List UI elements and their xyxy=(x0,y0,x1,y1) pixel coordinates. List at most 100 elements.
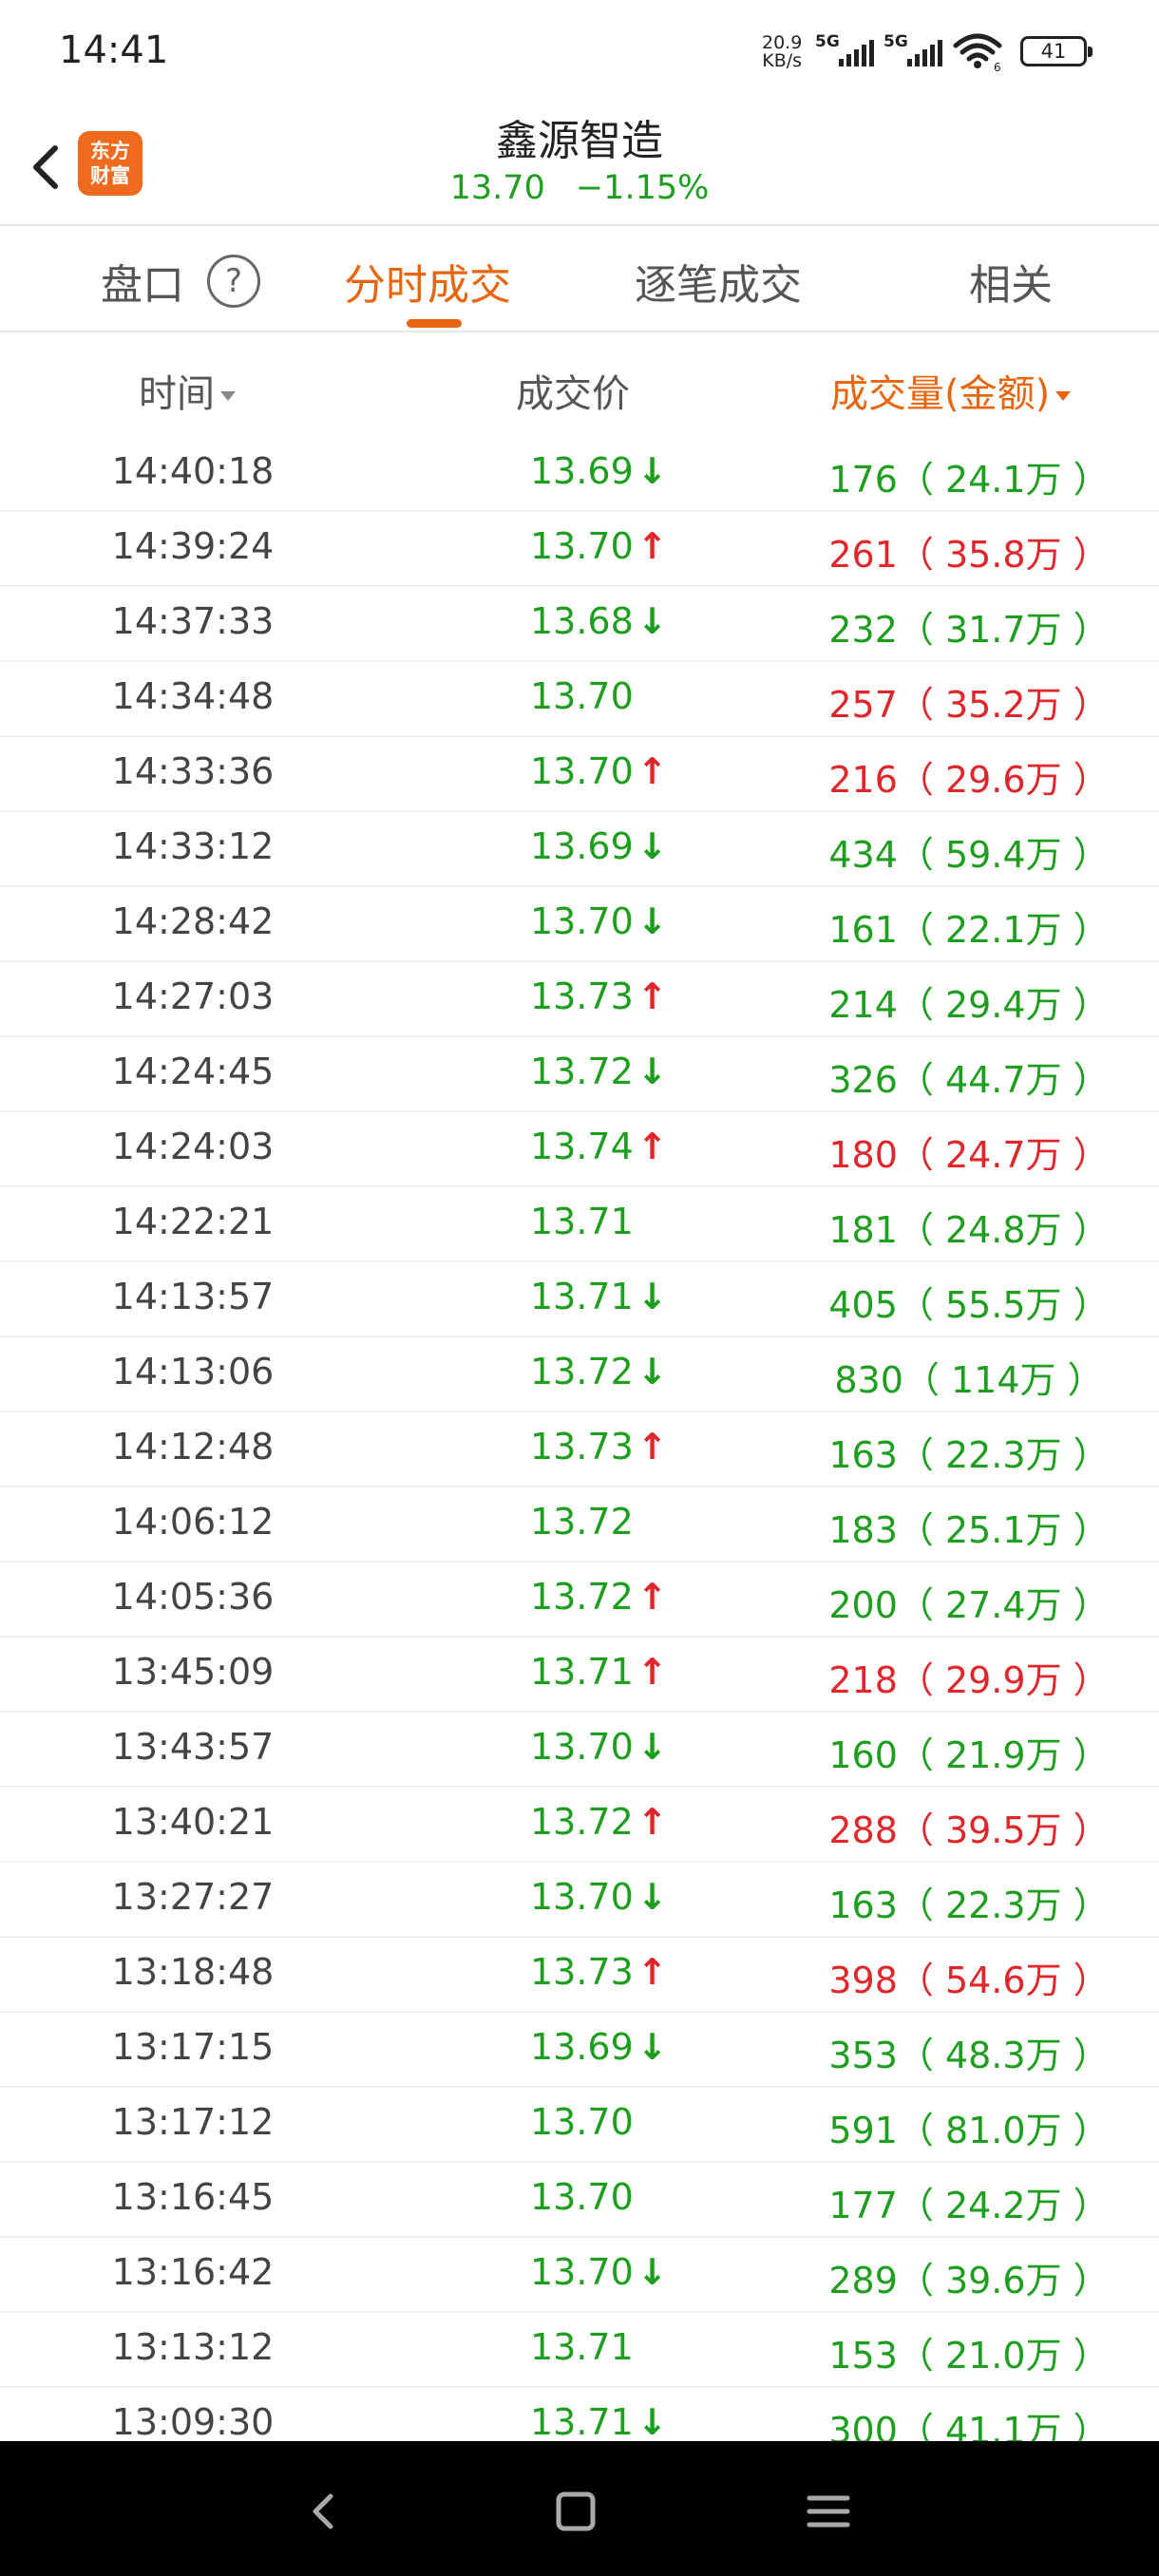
trade-price: 13.72 xyxy=(530,1801,634,1843)
tab-related[interactable]: 相关 xyxy=(969,251,1053,312)
trade-price-cell: 13.73 ↑ xyxy=(530,1951,668,1993)
arrow-down-icon: ↓ xyxy=(636,2026,668,2068)
trade-price: 13.71 xyxy=(530,2326,634,2368)
trade-price: 13.69 xyxy=(530,2026,634,2068)
trade-price: 13.70 xyxy=(530,750,634,792)
trade-time: 14:13:57 xyxy=(111,1276,275,1317)
active-tab-indicator xyxy=(407,319,462,328)
signal-icon: 5G xyxy=(815,32,874,70)
trade-price-cell: 13.70 ↓ xyxy=(530,1726,668,1768)
trade-price-cell: 13.73 ↑ xyxy=(530,1426,668,1468)
arrow-up-icon: ↑ xyxy=(636,750,668,792)
trade-price: 13.70 xyxy=(530,2176,634,2218)
trade-volume: 257（ 35.2万 ） xyxy=(828,684,1110,726)
trade-price: 13.71 xyxy=(530,1651,634,1693)
trade-row: 14:24:45 13.72 ↓ 326（ 44.7万 ） xyxy=(0,1037,1159,1112)
trade-price-cell: 13.69 ↓ xyxy=(530,825,668,867)
trade-volume: 405（ 55.5万 ） xyxy=(828,1284,1110,1326)
trade-row: 14:33:36 13.70 ↑ 216（ 29.6万 ） xyxy=(0,737,1159,812)
home-square-icon xyxy=(556,2491,596,2531)
status-time: 14:41 xyxy=(59,28,169,72)
trade-price: 13.69 xyxy=(530,825,634,867)
trade-price-cell: 13.71 ↓ xyxy=(530,2401,668,2441)
trade-price: 13.70 xyxy=(530,1726,634,1768)
chevron-left-icon xyxy=(33,145,58,189)
trade-price: 13.69 xyxy=(530,450,634,492)
net-speed-unit: KB/s xyxy=(762,50,803,71)
trade-time: 13:16:42 xyxy=(111,2251,275,2293)
arrow-down-icon: ↓ xyxy=(636,1726,668,1768)
arrow-down-icon: ↓ xyxy=(636,900,668,942)
trade-time: 14:27:03 xyxy=(111,975,275,1017)
trade-price-cell: 13.70 ↓ xyxy=(530,1876,668,1918)
tab-tick-by-tick[interactable]: 逐笔成交 xyxy=(635,251,802,312)
trade-price: 13.71 xyxy=(530,2401,634,2441)
trade-price: 13.73 xyxy=(530,975,634,1017)
trade-price-cell: 13.71 ↓ xyxy=(530,1276,668,1317)
trade-price-cell: 13.70 ↑ xyxy=(530,750,668,792)
nav-back-button[interactable] xyxy=(296,2483,353,2540)
trade-time: 13:17:15 xyxy=(111,2026,275,2068)
trade-price: 13.70 xyxy=(530,525,634,567)
trade-row: 14:05:36 13.72 ↑ 200（ 27.4万 ） xyxy=(0,1563,1159,1638)
trade-time: 13:45:09 xyxy=(111,1651,275,1693)
nav-menu-button[interactable] xyxy=(800,2483,857,2540)
trade-volume: 288（ 39.5万 ） xyxy=(828,1809,1110,1851)
trade-price: 13.70 xyxy=(530,2251,634,2293)
nav-home-button[interactable] xyxy=(547,2483,604,2540)
trade-row: 13:09:30 13.71 ↓ 300（ 41.1万 ） xyxy=(0,2388,1159,2441)
stock-change: −1.15% xyxy=(575,169,710,207)
logo-text-line2: 财富 xyxy=(90,164,130,187)
column-header-time[interactable]: 时间 xyxy=(139,363,236,418)
trade-list[interactable]: 14:40:18 13.69 ↓ 176（ 24.1万 ） 14:39:24 13.70 ↑… xyxy=(0,437,1159,2441)
column-header-volume[interactable]: 成交量(金额) xyxy=(830,363,1072,418)
arrow-down-icon: ↓ xyxy=(636,600,668,642)
trade-price-cell: 13.71 ↑ xyxy=(530,1651,668,1693)
trade-price: 13.71 xyxy=(530,1276,634,1317)
help-icon[interactable]: ? xyxy=(207,255,260,308)
trade-price-cell: 13.68 ↓ xyxy=(530,600,668,642)
arrow-up-icon: ↑ xyxy=(636,1651,668,1693)
arrow-up-icon: ↑ xyxy=(636,1576,668,1618)
back-triangle-icon xyxy=(313,2493,333,2529)
arrow-up-icon: ↑ xyxy=(636,525,668,567)
arrow-up-icon: ↑ xyxy=(636,1126,668,1167)
trade-row: 14:06:12 13.72 183（ 25.1万 ） xyxy=(0,1487,1159,1563)
trade-price: 13.72 xyxy=(530,1501,634,1543)
trade-volume: 216（ 29.6万 ） xyxy=(828,759,1110,801)
trade-row: 13:16:42 13.70 ↓ 289（ 39.6万 ） xyxy=(0,2238,1159,2313)
column-header-time-label: 时间 xyxy=(139,372,215,416)
status-bar: 14:41 20.9 KB/s 5G 5G 6 41 xyxy=(0,0,1159,104)
trade-volume: 353（ 48.3万 ） xyxy=(828,2035,1110,2076)
trade-time: 14:24:03 xyxy=(111,1126,275,1167)
tab-time-sales[interactable]: 分时成交 xyxy=(344,251,511,312)
trade-row: 14:34:48 13.70 257（ 35.2万 ） xyxy=(0,662,1159,737)
stock-quote: 13.70 −1.15% xyxy=(0,169,1159,207)
trade-price-cell: 13.71 xyxy=(530,2326,634,2368)
tab-order-book[interactable]: 盘口 xyxy=(101,251,184,312)
signal-label: 5G xyxy=(884,32,908,51)
column-header-volume-label: 成交量(金额) xyxy=(830,372,1051,416)
sort-down-icon xyxy=(1055,391,1072,401)
trade-price-cell: 13.70 ↓ xyxy=(530,900,668,942)
trade-time: 14:33:12 xyxy=(111,825,275,867)
logo-text-line1: 东方 xyxy=(90,140,130,162)
arrow-down-icon: ↓ xyxy=(636,825,668,867)
arrow-down-icon: ↓ xyxy=(636,1276,668,1317)
trade-price-cell: 13.70 xyxy=(530,2101,634,2143)
trade-row: 14:39:24 13.70 ↑ 261（ 35.8万 ） xyxy=(0,512,1159,587)
trade-time: 14:05:36 xyxy=(111,1576,275,1618)
arrow-down-icon: ↓ xyxy=(636,1876,668,1918)
trade-volume: 153（ 21.0万 ） xyxy=(828,2335,1110,2377)
trade-time: 13:13:12 xyxy=(111,2326,275,2368)
trade-price-cell: 13.72 xyxy=(530,1501,634,1543)
trade-time: 14:33:36 xyxy=(111,750,275,792)
back-button[interactable] xyxy=(21,133,78,199)
trade-price: 13.72 xyxy=(530,1351,634,1392)
trade-row: 13:27:27 13.70 ↓ 163（ 22.3万 ） xyxy=(0,1863,1159,1938)
arrow-up-icon: ↑ xyxy=(636,1801,668,1843)
trade-price-cell: 13.72 ↑ xyxy=(530,1576,668,1618)
trade-price-cell: 13.70 xyxy=(530,2176,634,2218)
trade-row: 14:13:06 13.72 ↓ 830（ 114万 ） xyxy=(0,1337,1159,1412)
trade-volume: 177（ 24.2万 ） xyxy=(828,2185,1110,2226)
